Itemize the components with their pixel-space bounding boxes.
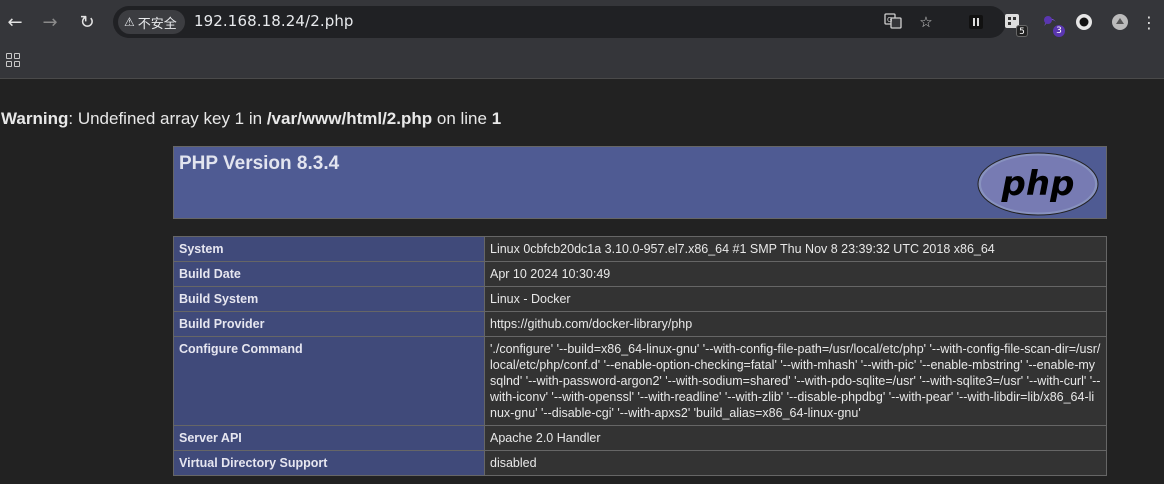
warning-label: Warning — [1, 109, 69, 128]
table-row: Virtual Directory Support disabled — [173, 450, 1107, 476]
row-key: Virtual Directory Support — [173, 450, 485, 476]
row-key: Build System — [173, 286, 485, 312]
phpinfo-header: PHP Version 8.3.4 php — [173, 146, 1107, 219]
forward-button[interactable]: → — [36, 8, 64, 36]
security-indicator[interactable]: ⚠ 不安全 — [118, 10, 185, 34]
table-row: Build Provider https://github.com/docker-… — [173, 311, 1107, 337]
warning-line-number: 1 — [491, 109, 502, 128]
arrow-left-icon: ← — [7, 11, 23, 33]
reload-button[interactable]: ↻ — [73, 8, 101, 36]
row-value: disabled — [484, 450, 1107, 476]
extension-4-icon[interactable] — [1074, 12, 1094, 32]
kebab-menu-icon: ⋮ — [1141, 12, 1157, 32]
row-value: Apr 10 2024 10:30:49 — [484, 261, 1107, 287]
table-row: Server API Apache 2.0 Handler — [173, 425, 1107, 451]
php-logo-text: php — [1001, 164, 1075, 204]
browser-menu-button[interactable]: ⋮ — [1137, 8, 1161, 36]
table-row: Build System Linux - Docker — [173, 286, 1107, 312]
extension-1-icon[interactable] — [966, 12, 986, 32]
php-warning: Warning: Undefined array key 1 in /var/w… — [1, 109, 501, 129]
row-value: Apache 2.0 Handler — [484, 425, 1107, 451]
warning-on-line: on line — [432, 109, 492, 128]
row-key: Build Provider — [173, 311, 485, 337]
row-value: Linux 0cbfcb20dc1a 3.10.0-957.el7.x86_64… — [484, 236, 1107, 262]
extension-2-badge: 5 — [1016, 25, 1028, 37]
warning-message: : Undefined array key 1 in — [68, 109, 267, 128]
bookmark-star-icon[interactable]: ☆ — [916, 12, 936, 32]
table-row: System Linux 0cbfcb20dc1a 3.10.0-957.el7.… — [173, 236, 1107, 262]
apps-grid-icon[interactable] — [6, 53, 20, 67]
extension-5-icon[interactable] — [1110, 12, 1130, 32]
page-content: Warning: Undefined array key 1 in /var/w… — [0, 80, 1164, 484]
url-text[interactable]: 192.168.18.24/2.php — [194, 12, 354, 30]
row-value: https://github.com/docker-library/php — [484, 311, 1107, 337]
row-key: System — [173, 236, 485, 262]
table-row: Build Date Apr 10 2024 10:30:49 — [173, 261, 1107, 287]
table-row: Configure Command './configure' '--build=… — [173, 336, 1107, 426]
warning-triangle-icon: ⚠ — [124, 15, 135, 29]
security-label: 不安全 — [137, 16, 177, 32]
row-key: Build Date — [173, 261, 485, 287]
php-logo[interactable]: php — [976, 151, 1100, 217]
row-key: Configure Command — [173, 336, 485, 426]
back-button[interactable]: ← — [1, 8, 29, 36]
browser-toolbar: ← → ↻ ⚠ 不安全 192.168.18.24/2.php G ☆ 5 3 … — [0, 0, 1164, 44]
php-version-title: PHP Version 8.3.4 — [179, 153, 340, 174]
row-value: Linux - Docker — [484, 286, 1107, 312]
phpinfo-table: System Linux 0cbfcb20dc1a 3.10.0-957.el7.… — [173, 236, 1107, 476]
extension-3-badge: 3 — [1053, 25, 1065, 37]
arrow-right-icon: → — [42, 11, 58, 33]
row-key: Server API — [173, 425, 485, 451]
bookmarks-bar — [0, 44, 1164, 79]
row-value: './configure' '--build=x86_64-linux-gnu'… — [484, 336, 1107, 426]
address-bar[interactable]: ⚠ 不安全 192.168.18.24/2.php G ☆ — [113, 6, 1006, 38]
extension-2-icon[interactable]: 5 — [1003, 12, 1028, 37]
extension-3-icon[interactable]: 3 — [1040, 12, 1065, 37]
reload-icon: ↻ — [79, 11, 95, 33]
warning-path: /var/www/html/2.php — [266, 109, 433, 128]
translate-icon[interactable]: G — [883, 12, 903, 32]
svg-text:G: G — [887, 16, 892, 24]
